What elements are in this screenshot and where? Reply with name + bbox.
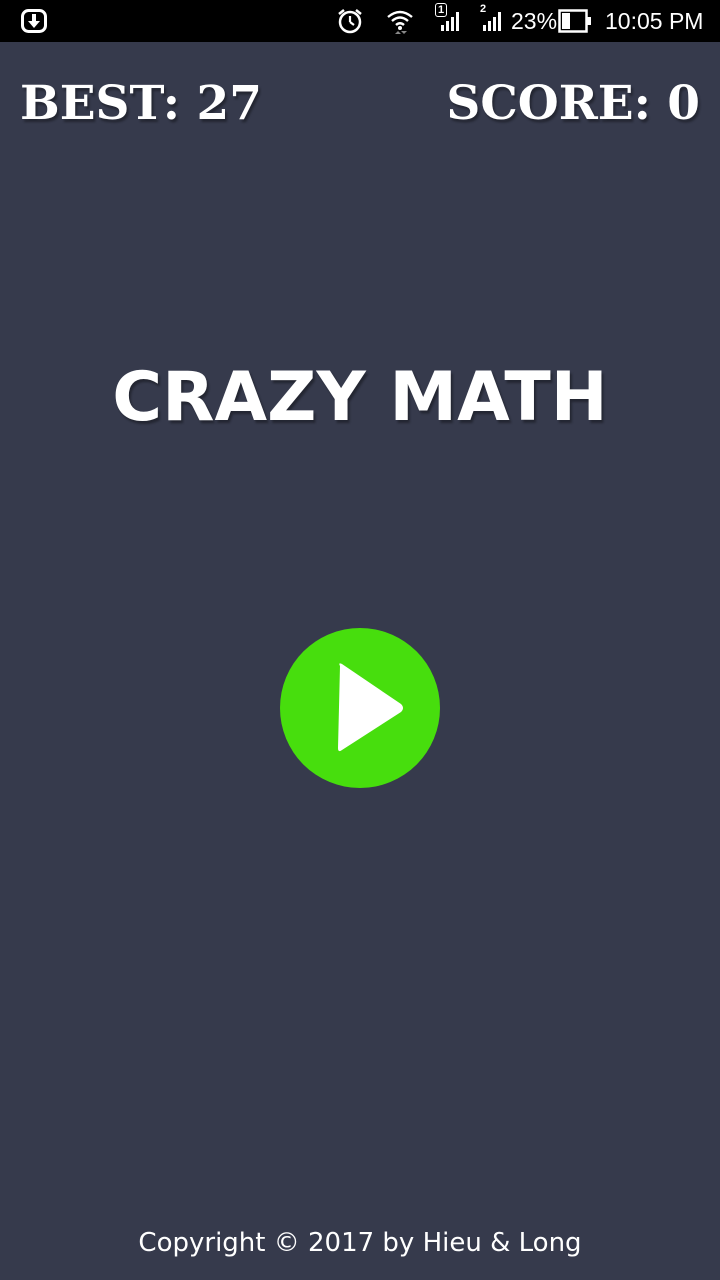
download-notification-icon [21, 9, 47, 33]
battery-percent: 23% [511, 8, 558, 34]
signal-icon [483, 12, 501, 31]
play-button[interactable] [280, 628, 440, 788]
copyright-text: Copyright © 2017 by Hieu & Long [138, 1228, 582, 1258]
status-bar: 1 2 23% 10:05 PM [0, 0, 720, 42]
play-icon [338, 663, 403, 752]
clock: 10:05 PM [605, 8, 704, 34]
best-score: BEST: 27 [20, 76, 262, 131]
signal-icon [441, 12, 459, 31]
game-title: CRAZY MATH [112, 358, 608, 437]
battery-icon [558, 9, 591, 33]
alarm-icon [338, 9, 362, 34]
wifi-icon [387, 10, 413, 34]
current-score: SCORE: 0 [446, 76, 700, 131]
